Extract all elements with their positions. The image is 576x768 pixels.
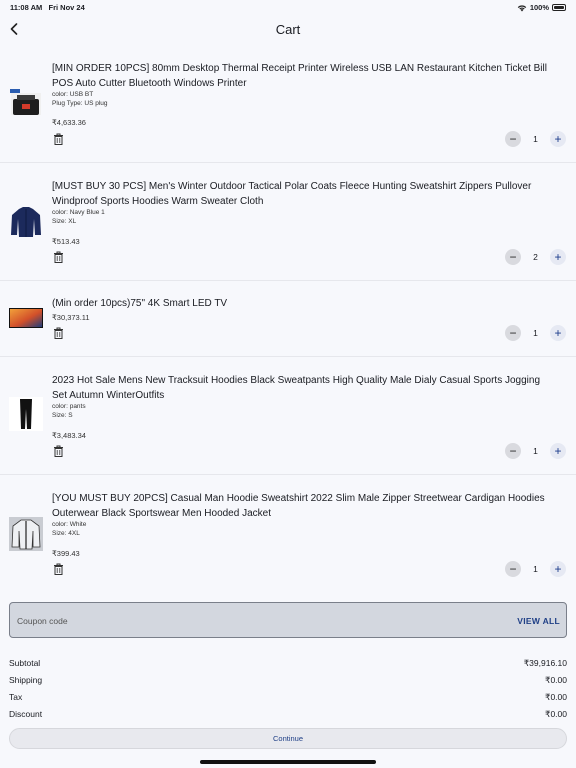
quantity-stepper: − 1 + (505, 325, 566, 341)
decrease-quantity-button[interactable]: − (505, 325, 521, 341)
decrease-quantity-button[interactable]: − (505, 131, 521, 147)
cart-item: [MIN ORDER 10PCS] 80mm Desktop Thermal R… (0, 44, 576, 163)
battery-icon (552, 4, 566, 11)
item-variant: color: pants (52, 403, 86, 410)
product-image (11, 207, 41, 237)
shipping-label: Shipping (9, 675, 43, 685)
item-name[interactable]: [YOU MUST BUY 20PCS] Casual Man Hoodie S… (52, 491, 556, 521)
discount-label: Discount (9, 709, 43, 719)
item-price: ₹30,373.11 (52, 313, 90, 322)
decrease-quantity-button[interactable]: − (505, 561, 521, 577)
view-all-coupons-button[interactable]: VIEW ALL (517, 616, 560, 626)
item-price: ₹4,633.36 (52, 118, 86, 127)
item-name[interactable]: 2023 Hot Sale Mens New Tracksuit Hoodies… (52, 373, 556, 403)
header: Cart (0, 14, 576, 44)
item-price: ₹3,483.34 (52, 431, 86, 440)
item-name[interactable]: [MIN ORDER 10PCS] 80mm Desktop Thermal R… (52, 61, 556, 91)
status-right: 100% (517, 3, 566, 12)
product-image (9, 517, 43, 551)
status-time: 11:08 AM Fri Nov 24 (10, 3, 85, 12)
cart-item: [MUST BUY 30 PCS] Men's Winter Outdoor T… (0, 163, 576, 281)
tax-label: Tax (9, 692, 23, 702)
item-price: ₹513.43 (52, 237, 80, 246)
decrease-quantity-button[interactable]: − (505, 443, 521, 459)
trash-icon[interactable] (53, 327, 64, 339)
plus-icon: + (554, 562, 562, 576)
shipping-value: ₹0.00 (545, 675, 567, 685)
cart-item: 2023 Hot Sale Mens New Tracksuit Hoodies… (0, 357, 576, 475)
trash-icon[interactable] (53, 133, 64, 145)
quantity-value: 1 (533, 446, 538, 456)
minus-icon: − (509, 132, 517, 146)
home-indicator (200, 760, 376, 764)
cart-item: (Min order 10pcs)75" 4K Smart LED TV ₹30… (0, 281, 576, 357)
quantity-stepper: − 1 + (505, 443, 566, 459)
trash-icon[interactable] (53, 445, 64, 457)
quantity-value: 1 (533, 328, 538, 338)
item-variant: color: Navy Blue 1 (52, 209, 105, 216)
item-price: ₹399.43 (52, 549, 80, 558)
increase-quantity-button[interactable]: + (550, 249, 566, 265)
wifi-icon (517, 5, 527, 11)
quantity-stepper: − 1 + (505, 561, 566, 577)
increase-quantity-button[interactable]: + (550, 131, 566, 147)
quantity-value: 1 (533, 564, 538, 574)
discount-value: ₹0.00 (545, 709, 567, 719)
quantity-stepper: − 2 + (505, 249, 566, 265)
page-title: Cart (275, 22, 301, 37)
coupon-code-input[interactable]: Coupon code VIEW ALL (9, 602, 567, 638)
subtotal-value: ₹39,916.10 (523, 658, 567, 668)
minus-icon: − (509, 326, 517, 340)
battery-percent: 100% (529, 3, 549, 12)
subtotal-label: Subtotal (9, 658, 41, 668)
tax-value: ₹0.00 (545, 692, 567, 702)
item-name[interactable]: (Min order 10pcs)75" 4K Smart LED TV (52, 296, 556, 311)
quantity-value: 1 (533, 134, 538, 144)
minus-icon: − (509, 250, 517, 264)
increase-quantity-button[interactable]: + (550, 325, 566, 341)
continue-button[interactable]: Continue (9, 728, 567, 749)
cart-item: [YOU MUST BUY 20PCS] Casual Man Hoodie S… (0, 475, 576, 593)
product-image (9, 308, 43, 328)
status-bar: 11:08 AM Fri Nov 24 100% (0, 0, 576, 14)
product-image (9, 397, 43, 431)
product-image (10, 89, 41, 115)
increase-quantity-button[interactable]: + (550, 561, 566, 577)
increase-quantity-button[interactable]: + (550, 443, 566, 459)
trash-icon[interactable] (53, 563, 64, 575)
item-variant: Size: XL (52, 218, 77, 225)
plus-icon: + (554, 444, 562, 458)
trash-icon[interactable] (53, 251, 64, 263)
quantity-stepper: − 1 + (505, 131, 566, 147)
item-variant: color: USB BT (52, 91, 94, 98)
decrease-quantity-button[interactable]: − (505, 249, 521, 265)
quantity-value: 2 (533, 252, 538, 262)
item-variant: Size: 4XL (52, 530, 80, 537)
minus-icon: − (509, 562, 517, 576)
item-variant: Plug Type: US plug (52, 100, 108, 107)
item-variant: color: White (52, 521, 87, 528)
plus-icon: + (554, 326, 562, 340)
coupon-placeholder: Coupon code (17, 616, 68, 626)
plus-icon: + (554, 132, 562, 146)
item-name[interactable]: [MUST BUY 30 PCS] Men's Winter Outdoor T… (52, 179, 556, 209)
item-variant: Size: S (52, 412, 73, 419)
plus-icon: + (554, 250, 562, 264)
minus-icon: − (509, 444, 517, 458)
